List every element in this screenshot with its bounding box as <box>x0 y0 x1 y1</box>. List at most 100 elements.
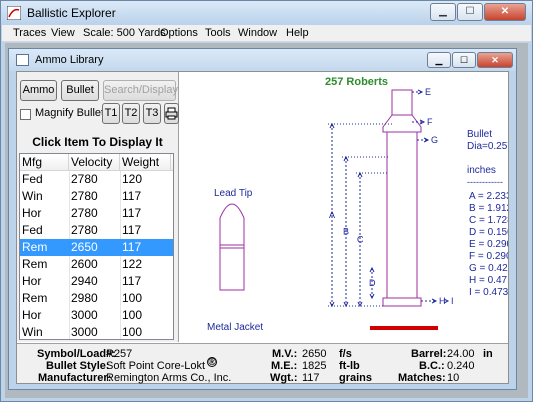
menu-view[interactable]: View <box>51 27 75 39</box>
dimension-value: E = 0.290 <box>469 239 508 250</box>
dimension-value: B = 1.912 <box>469 203 508 214</box>
search-display-button[interactable]: Search/Display <box>103 80 178 101</box>
matches-value: 10 <box>447 372 460 384</box>
child-minimize-button[interactable]: ▁ <box>427 52 451 68</box>
list-row[interactable]: Hor 3000 100 <box>20 307 173 324</box>
menu-options[interactable]: Options <box>160 27 198 39</box>
child-maximize-button[interactable]: ☐ <box>452 52 476 68</box>
ammo-list[interactable]: Mfg Velocity Weight Fed 2780 120 Win 2780 117… <box>19 153 174 340</box>
menu-help[interactable]: Help <box>286 27 309 39</box>
menu-traces[interactable]: Traces <box>13 27 46 39</box>
details-panel: Symbol/Load#: R257 Bullet Style: Soft Po… <box>17 343 508 384</box>
menu-tools[interactable]: Tools <box>205 27 231 39</box>
close-icon: ✕ <box>500 6 510 17</box>
bullet-style-label: Bullet Style: <box>46 360 110 372</box>
wgt-value: 117 <box>302 372 320 384</box>
dimension-value: F = 0.290 <box>469 251 508 262</box>
dimension-letter: C <box>357 235 364 245</box>
dimension-value: I = 0.473 <box>469 287 508 298</box>
column-weight[interactable]: Weight <box>120 154 171 171</box>
list-row[interactable]: Hor 2780 117 <box>20 205 173 222</box>
wgt-label: Wgt.: <box>270 372 298 384</box>
t1-button[interactable]: T1 <box>102 103 120 124</box>
cell-mfg: Hor <box>22 274 42 288</box>
list-row[interactable]: Win 3000 100 <box>20 324 173 339</box>
cell-weight: 100 <box>122 325 143 339</box>
maximize-icon: ☐ <box>459 55 469 65</box>
child-title-bar[interactable]: Ammo Library ▁ ☐ ✕ <box>9 49 516 71</box>
cell-mfg: Fed <box>22 172 43 186</box>
cell-weight: 100 <box>122 308 143 322</box>
list-row[interactable]: Rem 2980 100 <box>20 290 173 307</box>
dimension-letter: A <box>329 210 335 220</box>
list-row[interactable]: Win 2780 117 <box>20 188 173 205</box>
bc-value: 0.240 <box>447 360 475 372</box>
column-velocity[interactable]: Velocity <box>69 154 120 171</box>
close-button[interactable]: ✕ <box>484 3 526 21</box>
dimension-letter: I <box>451 296 454 306</box>
wgt-unit: grains <box>339 372 373 384</box>
cell-velocity: 3000 <box>71 308 98 322</box>
cell-weight: 100 <box>122 291 143 305</box>
manufacturer-label: Manufacturer: <box>38 372 112 384</box>
cell-velocity: 2780 <box>71 189 98 203</box>
list-row[interactable]: Hor 2940 117 <box>20 273 173 290</box>
cell-mfg: Rem <box>22 257 48 271</box>
mv-unit: f/s <box>339 348 352 360</box>
bullet-style-value: Soft Point Core-Lokt <box>106 360 206 372</box>
ammo-library-content: Ammo Bullet Search/Display Magnify Bulle… <box>16 71 509 384</box>
me-label: M.E.: <box>271 360 298 372</box>
list-row[interactable]: Fed 2780 120 <box>20 171 173 188</box>
cell-weight: 117 <box>122 206 142 220</box>
title-bar[interactable]: Ballistic Explorer ▁ ☐ ✕ <box>1 1 532 25</box>
app-icon <box>7 6 21 20</box>
cell-velocity: 2780 <box>71 223 98 237</box>
bullet-dia: Dia=0.257 <box>467 141 508 152</box>
child-window-title: Ammo Library <box>35 54 104 66</box>
menu-window[interactable]: Window <box>238 27 277 39</box>
minimize-button[interactable]: ▁ <box>430 3 456 21</box>
ammo-button[interactable]: Ammo <box>20 80 57 101</box>
matches-label: Matches: <box>398 372 446 384</box>
list-row[interactable]: Rem 2600 122 <box>20 256 173 273</box>
t3-button[interactable]: T3 <box>143 103 161 124</box>
barrel-value: 24.00 <box>447 348 475 360</box>
maximize-icon: ☐ <box>465 6 475 17</box>
cell-mfg: Win <box>22 325 43 339</box>
cell-velocity: 2600 <box>71 257 98 271</box>
list-header: Mfg Velocity Weight <box>20 154 173 171</box>
cartridge-outline <box>382 89 422 307</box>
cell-velocity: 2650 <box>71 240 98 254</box>
minimize-icon: ▁ <box>435 55 443 65</box>
column-mfg[interactable]: Mfg <box>20 154 69 171</box>
menu-scale[interactable]: Scale: 500 Yards <box>83 27 166 39</box>
left-panel: Ammo Bullet Search/Display Magnify Bulle… <box>17 72 179 342</box>
lead-tip-label: Lead Tip <box>214 188 253 199</box>
magnify-bullet-checkbox[interactable] <box>20 109 31 120</box>
me-unit: ft-lb <box>339 360 360 372</box>
print-button[interactable] <box>164 103 179 124</box>
symbol-label: Symbol/Load#: <box>37 348 116 360</box>
list-row[interactable]: Rem 2650 117 <box>20 239 173 256</box>
magnify-bullet-label: Magnify Bullet <box>35 107 105 119</box>
scale-bar <box>370 326 438 330</box>
mv-label: M.V.: <box>272 348 298 360</box>
cartridge-name: 257 Roberts <box>325 76 388 88</box>
cell-weight: 117 <box>122 223 142 237</box>
barrel-label: Barrel: <box>411 348 447 360</box>
metal-jacket-label: Metal Jacket <box>207 322 263 333</box>
t2-button[interactable]: T2 <box>122 103 140 124</box>
dimension-letter: D <box>369 278 376 288</box>
bullet-button[interactable]: Bullet <box>61 80 99 101</box>
child-close-button[interactable]: ✕ <box>477 52 513 68</box>
cartridge-drawing: 257 RobertsLead TipMetal JacketABCDEFGH I… <box>180 72 508 342</box>
cell-mfg: Hor <box>22 308 42 322</box>
main-window: Ballistic Explorer ▁ ☐ ✕ Traces View Sca… <box>0 0 533 402</box>
cell-velocity: 2980 <box>71 291 98 305</box>
list-row[interactable]: Fed 2780 117 <box>20 222 173 239</box>
cell-mfg: Rem <box>22 240 48 254</box>
cell-mfg: Fed <box>22 223 43 237</box>
dimension-value: G = 0.429 <box>469 263 508 274</box>
maximize-button[interactable]: ☐ <box>457 3 483 21</box>
printer-icon <box>165 107 178 120</box>
